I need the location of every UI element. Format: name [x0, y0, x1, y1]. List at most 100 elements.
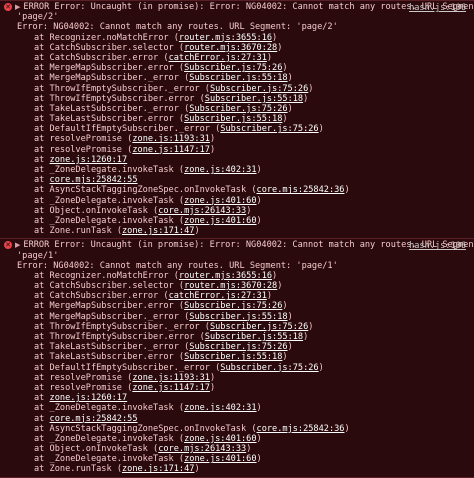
error-message-cont: 'page/2' [17, 12, 59, 23]
frame-source-link[interactable]: Subscriber.js:75:26 [210, 84, 308, 94]
frame-source-link[interactable]: Subscriber.js:75:26 [189, 104, 287, 114]
frame-source-link[interactable]: Subscriber.js:55:18 [184, 114, 282, 124]
expand-caret-icon[interactable]: ▶ [15, 240, 20, 250]
frame-source-link[interactable]: zone.js:401:60 [184, 434, 256, 444]
frame-source-link[interactable]: zone.js:1260:17 [50, 393, 128, 403]
frame-function: TakeLastSubscriber.error [49, 114, 174, 125]
source-link[interactable]: hash.js:106 [409, 3, 466, 13]
frame-source-link[interactable]: Subscriber.js:75:26 [189, 342, 287, 352]
frame-function: Zone.runTask [49, 226, 112, 237]
frame-source-link[interactable]: core.mjs:26143:33 [158, 206, 246, 216]
frame-at: at [34, 73, 45, 84]
frame-function: Recognizer.noMatchError [49, 270, 169, 281]
frame-source-link[interactable]: Subscriber.js:55:18 [189, 73, 287, 83]
stack-frame: at ThrowIfEmptySubscriber._error (Subscr… [34, 83, 314, 94]
frame-source-link[interactable]: Subscriber.js:75:26 [210, 322, 308, 332]
frame-source-link[interactable]: router.mjs:3655:16 [179, 271, 272, 281]
frame-function: CatchSubscriber.selector [49, 42, 174, 53]
frame-function: MergeMapSubscriber.error [49, 301, 174, 312]
frame-function: ThrowIfEmptySubscriber.error [49, 332, 195, 342]
frame-source-link[interactable]: catchError.js:27:31 [169, 291, 267, 301]
frame-source-link[interactable]: zone.js:171:47 [122, 226, 194, 236]
frame-at: at [34, 332, 45, 342]
frame-function: TakeLastSubscriber.error [49, 352, 174, 363]
frame-source-link[interactable]: catchError.js:27:31 [169, 53, 267, 63]
frame-source-link[interactable]: zone.js:401:60 [184, 196, 256, 206]
frame-source-link[interactable]: zone.js:401:60 [184, 216, 256, 226]
stack-frame: at core.mjs:25842:55 [0, 175, 474, 185]
frame-function: TakeLastSubscriber._error [49, 342, 179, 353]
error-header[interactable]: ✕ ▶ ERROR Error: Uncaught (in promise): … [0, 240, 474, 250]
frame-function: MergeMapSubscriber.error [49, 63, 174, 74]
frame-source-link[interactable]: core.mjs:25842:55 [50, 414, 138, 424]
frame-at: at [34, 154, 45, 165]
frame-at: at [34, 175, 45, 186]
frame-at: at [34, 93, 45, 104]
frame-source-link[interactable]: router.mjs:3670:28 [184, 281, 277, 291]
frame-at: at [34, 423, 45, 434]
frame-source-link[interactable]: zone.js:171:47 [122, 464, 194, 474]
frame-function: Zone.runTask [49, 464, 112, 475]
error-header[interactable]: ✕ ▶ ERROR Error: Uncaught (in promise): … [0, 2, 474, 12]
frame-at: at [34, 42, 45, 53]
frame-source-link[interactable]: zone.js:1260:17 [50, 155, 128, 165]
frame-source-link[interactable]: zone.js:402:31 [184, 165, 256, 175]
error-message: ERROR Error: Uncaught (in promise): Erro… [23, 2, 474, 12]
frame-source-link[interactable]: core.mjs:26143:33 [158, 444, 246, 454]
frame-source-link[interactable]: Subscriber.js:55:18 [189, 312, 287, 322]
frame-source-link[interactable]: core.mjs:25842:36 [257, 424, 345, 434]
frame-source-link[interactable]: zone.js:1193:31 [132, 373, 210, 383]
frame-function: _ZoneDelegate.invokeTask [49, 454, 174, 465]
frame-at: at [34, 226, 45, 237]
frame-at: at [34, 382, 45, 393]
source-link[interactable]: hash.js:106 [409, 241, 466, 251]
frame-source-link[interactable]: router.mjs:3655:16 [179, 33, 272, 43]
frame-source-link[interactable]: zone.js:402:31 [184, 403, 256, 413]
stack-frame: at resolvePromise (zone.js:1147:17) [34, 382, 216, 393]
frame-source-link[interactable]: router.mjs:3670:28 [184, 43, 277, 53]
stack-frame: at Recognizer.noMatchError (router.mjs:3… [34, 270, 278, 281]
frame-at: at [34, 185, 45, 196]
frame-source-link[interactable]: zone.js:1147:17 [132, 145, 210, 155]
frame-source-link[interactable]: core.mjs:25842:55 [50, 175, 138, 185]
frame-source-link[interactable]: core.mjs:25842:36 [257, 185, 345, 195]
frame-at: at [34, 144, 45, 155]
frame-source-link[interactable]: Subscriber.js:55:18 [184, 352, 282, 362]
frame-source-link[interactable]: Subscriber.js:55:18 [205, 332, 303, 342]
error-message-cont: 'page/1' [17, 250, 59, 261]
stack-frame: at TakeLastSubscriber.error (Subscriber.… [34, 352, 288, 363]
frame-function: TakeLastSubscriber._error [49, 103, 179, 114]
frame-at: at [34, 321, 45, 332]
stack-frame: at CatchSubscriber.selector (router.mjs:… [34, 281, 283, 292]
frame-function: Object.onInvokeTask [49, 205, 148, 216]
frame-at: at [34, 124, 45, 135]
stack-frame: at resolvePromise (zone.js:1147:17) [34, 144, 216, 155]
stack-trace: at Recognizer.noMatchError (router.mjs:3… [0, 271, 474, 475]
stack-frame: at TakeLastSubscriber._error (Subscriber… [34, 342, 293, 353]
frame-at: at [34, 342, 45, 353]
frame-source-link[interactable]: Subscriber.js:75:26 [184, 63, 282, 73]
frame-source-link[interactable]: Subscriber.js:55:18 [205, 94, 303, 104]
expand-caret-icon[interactable]: ▶ [15, 2, 20, 12]
frame-at: at [34, 63, 45, 74]
stack-frame: at DefaultIfEmptySubscriber._error (Subs… [34, 362, 324, 373]
frame-at: at [34, 270, 45, 281]
frame-at: at [34, 134, 45, 145]
frame-source-link[interactable]: Subscriber.js:75:26 [184, 301, 282, 311]
frame-source-link[interactable]: zone.js:401:60 [184, 454, 256, 464]
frame-source-link[interactable]: Subscriber.js:75:26 [220, 124, 318, 134]
frame-function: resolvePromise [49, 372, 122, 383]
console-error-entry: ✕ ▶ ERROR Error: Uncaught (in promise): … [0, 0, 474, 240]
stack-frame: at core.mjs:25842:55 [0, 414, 474, 424]
stack-frame: at AsyncStackTaggingZoneSpec.onInvokeTas… [34, 423, 350, 434]
frame-function: _ZoneDelegate.invokeTask [49, 165, 174, 175]
frame-function: AsyncStackTaggingZoneSpec.onInvokeTask [49, 423, 247, 434]
frame-at: at [34, 464, 45, 475]
frame-function: DefaultIfEmptySubscriber._error [49, 124, 210, 135]
frame-source-link[interactable]: Subscriber.js:75:26 [220, 363, 318, 373]
frame-function: _ZoneDelegate.invokeTask [49, 195, 174, 206]
frame-source-link[interactable]: zone.js:1147:17 [132, 383, 210, 393]
frame-source-link[interactable]: zone.js:1193:31 [132, 134, 210, 144]
frame-at: at [34, 205, 45, 216]
error-icon: ✕ [4, 241, 12, 250]
